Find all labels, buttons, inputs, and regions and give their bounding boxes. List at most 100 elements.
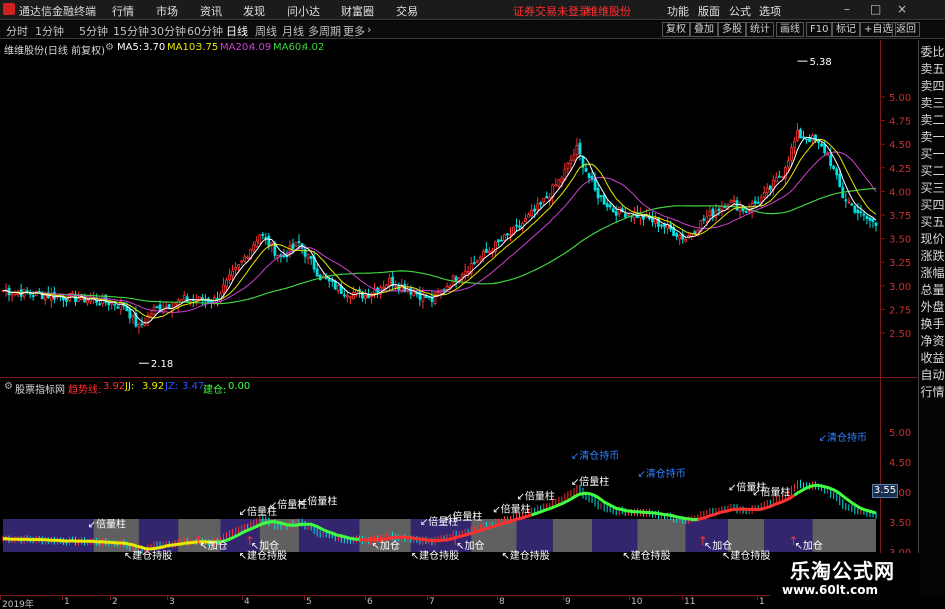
- candle-body: [693, 231, 697, 235]
- candle-body: [717, 208, 721, 211]
- indicator-settings-icon[interactable]: ⚙: [4, 381, 13, 392]
- candle-body: [847, 201, 851, 204]
- candle-body: [705, 216, 709, 222]
- candle-body: [86, 299, 89, 304]
- right-tab-item[interactable]: 买三: [920, 180, 945, 196]
- build-hold-label: ↖建仓持股: [411, 549, 459, 562]
- candle-body: [874, 222, 878, 226]
- right-tab-item[interactable]: 卖一: [920, 129, 945, 145]
- right-tab-item[interactable]: 卖三: [920, 95, 945, 111]
- time-tick-label: 9: [565, 597, 571, 607]
- price-axis-divider: [880, 40, 881, 595]
- candle-body: [77, 298, 80, 302]
- candle-body: [506, 233, 509, 236]
- sub-chart-area: 5.004.504.003.503.0014:5014:5014:5014:50…: [2, 428, 911, 562]
- indicator-tick-label: 4.50: [889, 458, 911, 469]
- right-tab-item[interactable]: 涨幅: [920, 265, 945, 281]
- red-arrow-icon: ↑: [245, 534, 255, 548]
- candle-body: [237, 264, 241, 268]
- candle-body: [222, 284, 225, 293]
- price-tick-label: 5.00: [889, 93, 911, 104]
- candle-body: [466, 270, 470, 274]
- candle-body: [394, 286, 398, 289]
- right-tab-item[interactable]: 买二: [920, 163, 945, 179]
- right-tab-item[interactable]: 换手: [920, 316, 945, 332]
- candle-body: [796, 129, 799, 141]
- candle-body: [799, 129, 802, 139]
- double-volume-label: ↙倍量柱: [299, 495, 337, 508]
- candle-body: [684, 239, 688, 242]
- candle-body: [862, 213, 866, 216]
- settings-gear-icon[interactable]: ⚙: [105, 42, 114, 53]
- candle-body: [530, 210, 534, 217]
- add-position-label: ↖加仓: [199, 539, 227, 552]
- ma5-line: [2, 136, 877, 324]
- indicator-band: [3, 519, 94, 552]
- candle-body: [457, 277, 461, 281]
- right-tab-item[interactable]: 买五: [920, 214, 945, 230]
- build-hold-label: ↖建仓持股: [239, 549, 287, 562]
- candle-body: [197, 296, 201, 300]
- candle-body: [306, 254, 310, 259]
- candle-body: [10, 293, 14, 296]
- candle-body: [345, 295, 349, 298]
- time-tick-mark: [62, 596, 63, 600]
- indicator-band: [637, 519, 686, 552]
- right-tab-item[interactable]: 买四: [920, 197, 945, 213]
- candle-body: [388, 277, 392, 287]
- ma10-value: 3.75: [196, 42, 219, 53]
- right-tab-item[interactable]: 委比: [920, 44, 945, 60]
- candle-body: [823, 143, 827, 154]
- right-tab-item[interactable]: 行情: [920, 384, 945, 400]
- candle-body: [373, 289, 376, 294]
- right-tab-item[interactable]: 净资: [920, 333, 945, 349]
- candle-body: [448, 285, 452, 289]
- candle-body: [735, 200, 739, 211]
- right-tab-item[interactable]: 卖二: [920, 112, 945, 128]
- double-volume-label: ↙倍量柱: [571, 475, 609, 488]
- time-tick-mark: [629, 596, 630, 600]
- candle-body: [753, 200, 757, 204]
- right-tab-item[interactable]: 买一: [920, 146, 945, 162]
- right-tab-item[interactable]: 卖四: [920, 78, 945, 94]
- candle-body: [533, 208, 537, 212]
- candle-body: [786, 160, 790, 168]
- right-tab-item[interactable]: 外盘: [920, 299, 945, 315]
- price-tick-label: 4.75: [889, 117, 911, 128]
- candle-body: [182, 295, 186, 300]
- build-hold-label: ↖建仓持股: [622, 549, 670, 562]
- candle-body: [327, 279, 331, 282]
- right-tab-item[interactable]: 涨跌: [920, 248, 945, 264]
- right-tab-item[interactable]: 收益: [920, 350, 945, 366]
- right-tab-item[interactable]: 总量: [920, 282, 945, 298]
- time-tick-mark: [427, 596, 428, 600]
- time-tick-label: 11: [684, 597, 696, 607]
- candle-body: [814, 134, 817, 142]
- candle-body: [584, 168, 588, 172]
- watermark: 乐淘公式网 www.60lt.com: [770, 553, 920, 603]
- candle-body: [243, 256, 247, 262]
- candle-body: [611, 208, 615, 213]
- candle-body: [805, 138, 808, 141]
- kline-chart[interactable]: 5.00 4.75 4.50 4.25 4.00 3.75 3.50 3.25 3.00 2.75…: [0, 0, 918, 595]
- right-tab-item[interactable]: 自动: [920, 367, 945, 383]
- price-tick-label: 3.25: [889, 258, 911, 269]
- candle-body: [765, 187, 769, 194]
- right-tab-item[interactable]: 卖五: [920, 61, 945, 77]
- candle-body: [708, 210, 712, 216]
- candle-body: [777, 175, 781, 178]
- trend-line: [793, 483, 877, 515]
- candle-body: [780, 176, 784, 178]
- double-volume-label: ↙倍量柱: [444, 510, 482, 523]
- candle-body: [853, 206, 857, 213]
- candle-body: [575, 144, 579, 156]
- candle-body: [382, 286, 386, 289]
- time-tick-mark: [365, 596, 366, 600]
- candle-body: [264, 237, 268, 239]
- right-tab-item[interactable]: 现价: [920, 231, 945, 247]
- stock-title: 维维股份(日线 前复权): [4, 46, 105, 57]
- candle-body: [515, 224, 518, 227]
- candle-body: [188, 300, 192, 303]
- candle-body: [539, 202, 543, 205]
- candle-body: [252, 244, 256, 252]
